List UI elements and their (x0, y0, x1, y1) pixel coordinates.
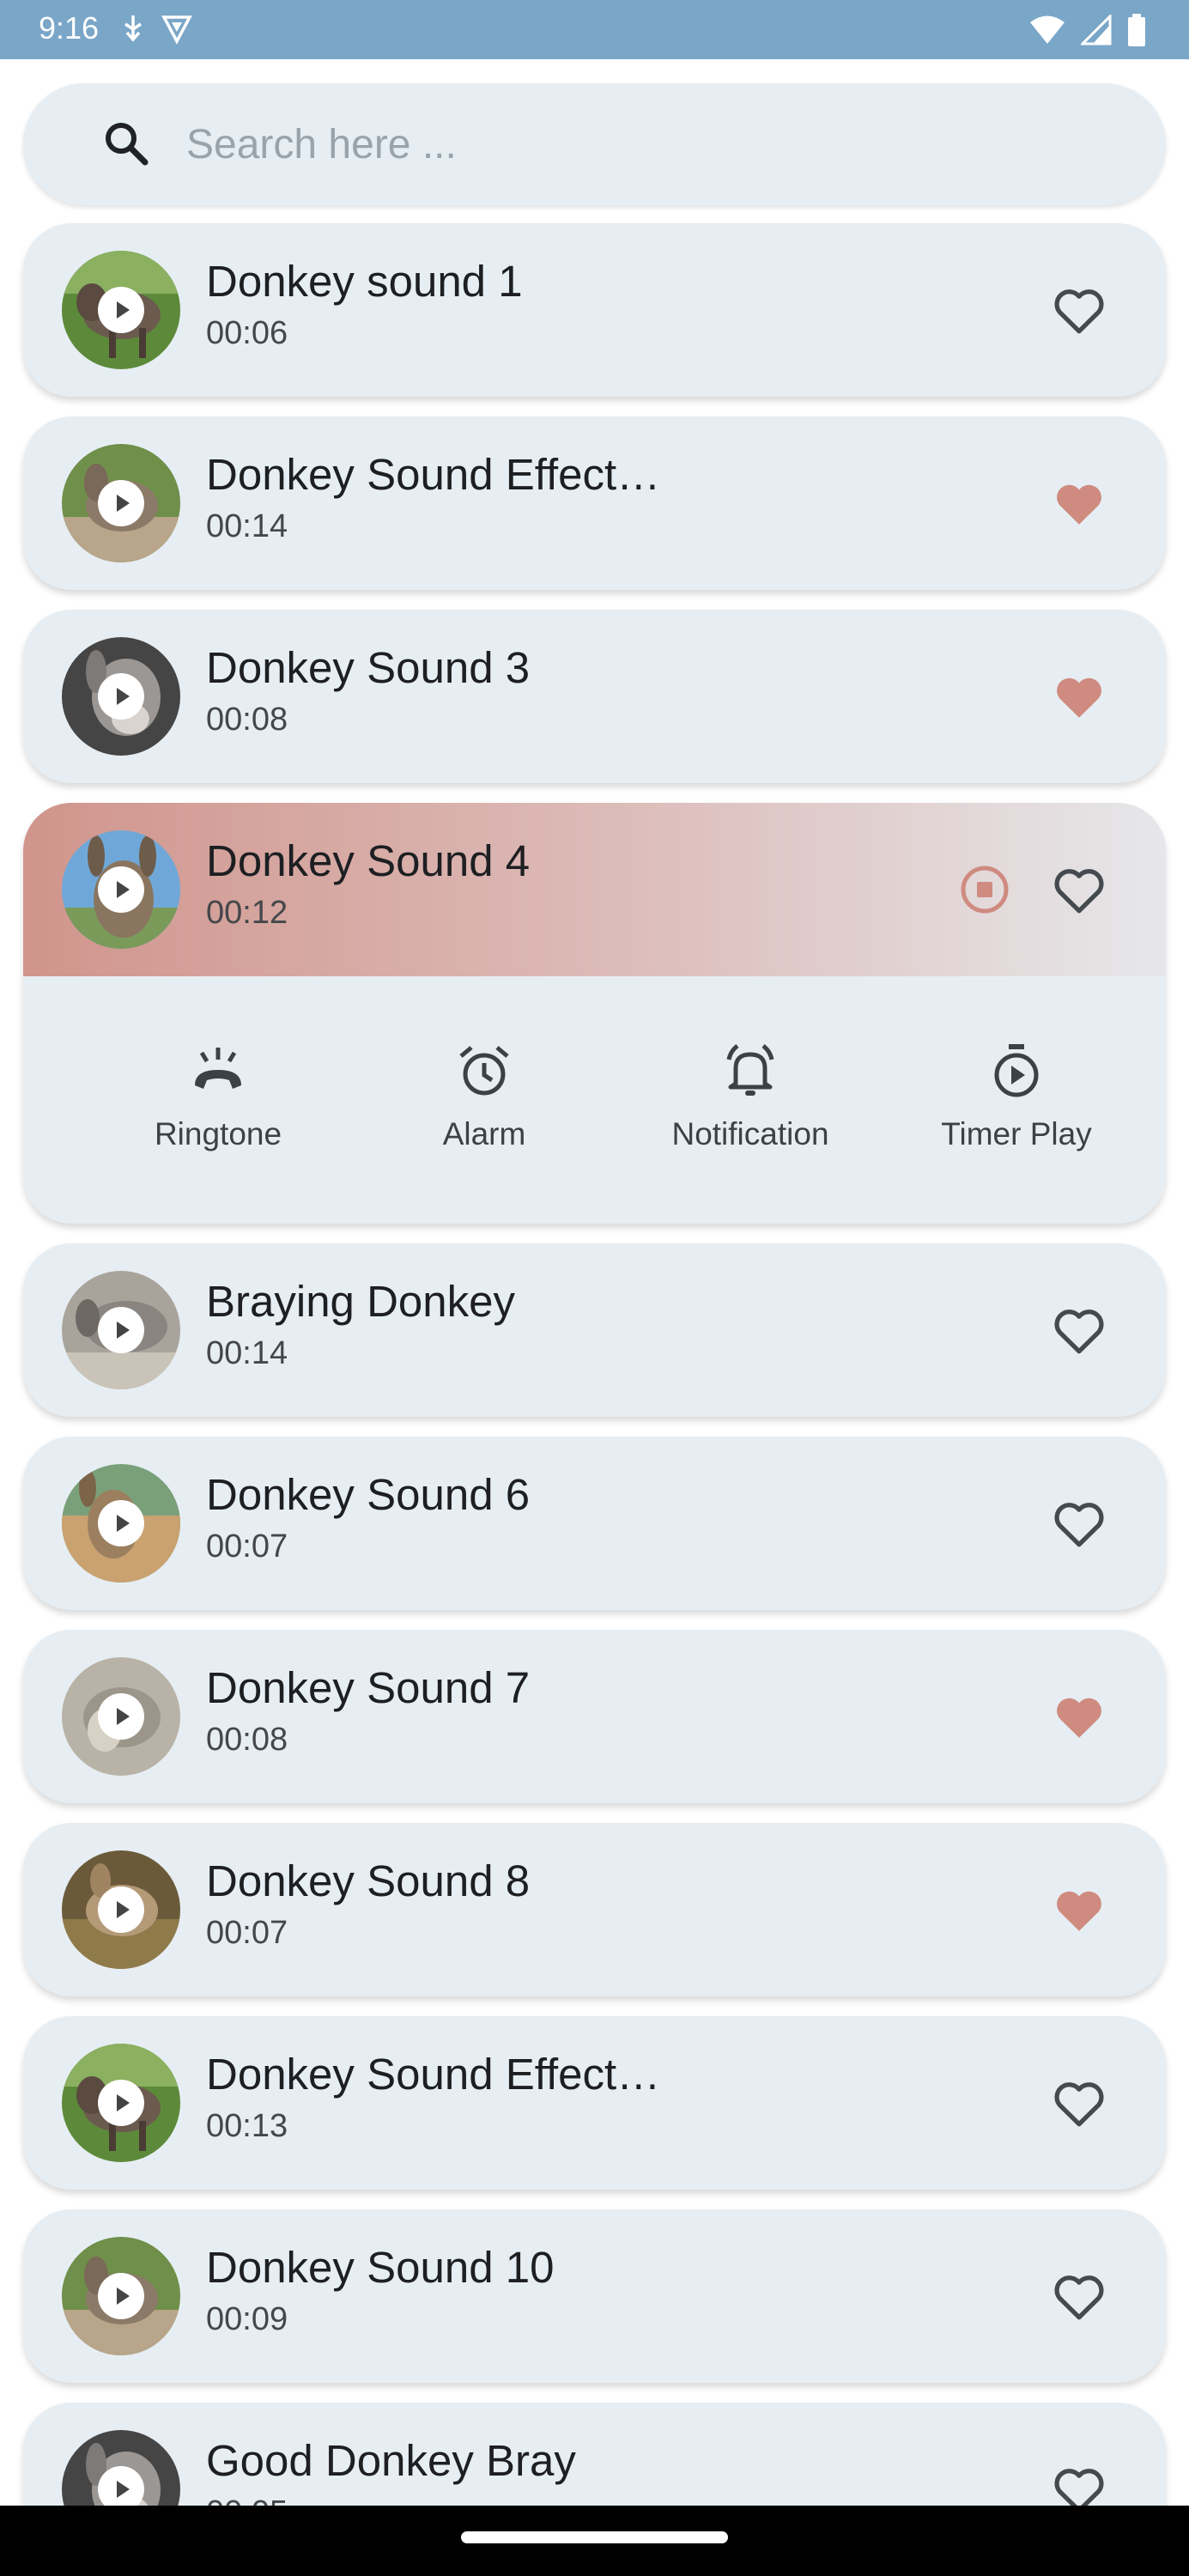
sound-duration: 00:06 (206, 315, 288, 351)
sound-card[interactable]: Donkey sound 1 00:06 (23, 223, 1166, 397)
search-bar[interactable] (23, 83, 1166, 205)
sound-title: Donkey Sound 3 (206, 643, 531, 692)
sound-card-header[interactable]: Donkey Sound Effect… 00:14 (23, 416, 1166, 590)
sound-duration: 00:14 (206, 508, 288, 544)
sound-card-header[interactable]: Braying Donkey 00:14 (23, 1243, 1166, 1417)
sound-card-header[interactable]: Donkey Sound 4 00:12 (23, 803, 1166, 976)
play-icon[interactable] (98, 1693, 144, 1740)
heart-outline-icon[interactable] (1049, 2266, 1109, 2326)
play-icon[interactable] (98, 480, 144, 526)
search-input[interactable] (186, 111, 1113, 178)
donkey-thumbnail[interactable] (62, 1850, 180, 1969)
donkey-thumbnail[interactable] (62, 1657, 180, 1776)
usb-debug-icon (120, 14, 146, 49)
sound-actions: Ringtone Alarm Notification Timer Play (23, 976, 1166, 1224)
play-icon[interactable] (98, 1307, 144, 1353)
heart-filled-icon[interactable] (1049, 1686, 1109, 1747)
donkey-thumbnail[interactable] (62, 1271, 180, 1389)
sound-title: Donkey Sound Effect… (206, 450, 661, 499)
sound-title: Donkey Sound 6 (206, 1470, 531, 1519)
play-icon[interactable] (98, 287, 144, 333)
sound-duration: 00:07 (206, 1528, 288, 1564)
set-notification-button[interactable]: Notification (617, 976, 883, 1224)
sound-title: Good Donkey Bray (206, 2436, 576, 2485)
ringtone-label: Ringtone (154, 1116, 282, 1151)
sound-card[interactable]: Donkey Sound 3 00:08 (23, 610, 1166, 783)
sound-card[interactable]: Donkey Sound 10 00:09 (23, 2209, 1166, 2383)
heart-filled-icon[interactable] (1049, 473, 1109, 533)
battery-icon (1127, 14, 1146, 51)
sound-title: Donkey Sound Effect… (206, 2050, 661, 2099)
set-ringtone-button[interactable]: Ringtone (85, 976, 351, 1224)
sound-card-header[interactable]: Donkey Sound Effect… 00:13 (23, 2016, 1166, 2190)
sound-card-header[interactable]: Donkey Sound 8 00:07 (23, 1823, 1166, 1996)
play-icon[interactable] (98, 1500, 144, 1546)
donkey-thumbnail[interactable] (62, 251, 180, 369)
sound-title: Donkey Sound 4 (206, 836, 531, 885)
notification-bell-icon (720, 1041, 780, 1101)
ringtone-icon (188, 1041, 248, 1101)
donkey-thumbnail[interactable] (62, 1464, 180, 1583)
sound-card[interactable]: Donkey Sound Effect… 00:13 (23, 2016, 1166, 2190)
heart-outline-icon[interactable] (1049, 1493, 1109, 1553)
play-icon[interactable] (98, 1886, 144, 1933)
sound-card-header[interactable]: Donkey Sound 6 00:07 (23, 1437, 1166, 1610)
sound-card-header[interactable]: Donkey sound 1 00:06 (23, 223, 1166, 397)
heart-outline-icon[interactable] (1049, 1300, 1109, 1360)
status-time: 9:16 (39, 10, 100, 46)
donkey-thumbnail[interactable] (62, 2237, 180, 2355)
timer-icon (986, 1041, 1046, 1101)
system-nav-bar (0, 2506, 1189, 2576)
sound-card[interactable]: Donkey Sound Effect… 00:14 (23, 416, 1166, 590)
heart-outline-icon[interactable] (1049, 280, 1109, 340)
sound-title: Donkey Sound 10 (206, 2243, 555, 2292)
alarm-icon (454, 1041, 514, 1101)
donkey-thumbnail[interactable] (62, 830, 180, 949)
donkey-thumbnail[interactable] (62, 637, 180, 756)
play-icon[interactable] (98, 866, 144, 913)
sound-title: Donkey Sound 7 (206, 1663, 531, 1712)
heart-outline-icon[interactable] (1049, 860, 1109, 920)
sound-duration: 00:13 (206, 2108, 288, 2144)
play-icon[interactable] (98, 2273, 144, 2319)
sound-card-header[interactable]: Donkey Sound 10 00:09 (23, 2209, 1166, 2383)
sound-card-expanded[interactable]: Donkey Sound 4 00:12 Ringtone Alarm Noti… (23, 803, 1166, 1224)
notification-label: Notification (671, 1116, 829, 1151)
sound-duration: 00:07 (206, 1915, 288, 1951)
sound-card[interactable]: Braying Donkey 00:14 (23, 1243, 1166, 1417)
sound-title: Donkey sound 1 (206, 257, 523, 306)
sound-duration: 00:08 (206, 702, 288, 738)
sound-duration: 00:14 (206, 1335, 288, 1371)
donkey-thumbnail[interactable] (62, 444, 180, 562)
donkey-thumbnail[interactable] (62, 2044, 180, 2162)
sound-card[interactable]: Donkey Sound 7 00:08 (23, 1630, 1166, 1803)
play-icon[interactable] (98, 673, 144, 720)
sound-duration: 00:12 (206, 895, 288, 931)
timer-play-button[interactable]: Timer Play (883, 976, 1150, 1224)
home-gesture-handle[interactable] (461, 2531, 728, 2543)
stop-icon[interactable] (955, 860, 1015, 920)
signal-icon (1079, 13, 1112, 50)
set-alarm-button[interactable]: Alarm (351, 976, 617, 1224)
sound-title: Donkey Sound 8 (206, 1856, 531, 1905)
sound-title: Braying Donkey (206, 1277, 516, 1326)
search-icon (100, 118, 152, 169)
sound-card[interactable]: Donkey Sound 8 00:07 (23, 1823, 1166, 1996)
heart-filled-icon[interactable] (1049, 1880, 1109, 1940)
sound-card-header[interactable]: Donkey Sound 3 00:08 (23, 610, 1166, 783)
sound-duration: 00:09 (206, 2301, 288, 2337)
status-bar: 9:16 (0, 0, 1189, 59)
sound-card-header[interactable]: Donkey Sound 7 00:08 (23, 1630, 1166, 1803)
vpn-shield-icon (161, 14, 192, 49)
play-icon[interactable] (98, 2080, 144, 2126)
sound-duration: 00:08 (206, 1722, 288, 1758)
sound-card[interactable]: Donkey Sound 6 00:07 (23, 1437, 1166, 1610)
alarm-label: Alarm (442, 1116, 526, 1151)
heart-filled-icon[interactable] (1049, 666, 1109, 726)
heart-outline-icon[interactable] (1049, 2073, 1109, 2133)
timer-play-label: Timer Play (941, 1116, 1092, 1151)
wifi-icon (1029, 15, 1065, 50)
